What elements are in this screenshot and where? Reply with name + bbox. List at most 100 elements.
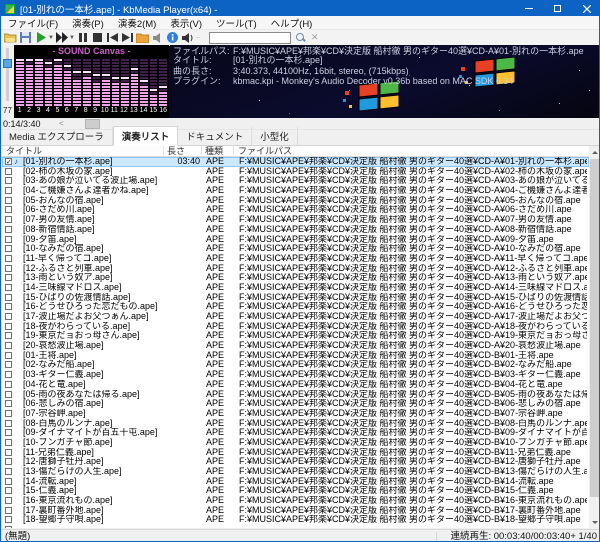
volume-menu-caret[interactable]: ·· bbox=[195, 35, 201, 41]
info-button[interactable] bbox=[165, 31, 180, 44]
row-checkbox[interactable] bbox=[5, 361, 12, 368]
row-checkbox[interactable] bbox=[5, 226, 12, 233]
row-checkbox[interactable] bbox=[5, 236, 12, 243]
playlist-row[interactable]: [16-どうせひろった恋だもの.ape]APEF:¥MUSIC¥APE¥邦楽¥C… bbox=[2, 302, 589, 312]
volume-slider-thumb[interactable] bbox=[3, 59, 12, 68]
tab-0[interactable]: Media エクスプローラ bbox=[1, 127, 113, 145]
playlist-row[interactable]: [02-なみだ船.ape]APEF:¥MUSIC¥APE¥邦楽¥CD¥決定版 船… bbox=[2, 360, 589, 370]
row-checkbox[interactable] bbox=[5, 323, 12, 330]
row-checkbox[interactable] bbox=[5, 177, 12, 184]
playlist-row[interactable]: [20-哀愁波止場.ape]APEF:¥MUSIC¥APE¥邦楽¥CD¥決定版 … bbox=[2, 341, 589, 351]
row-checkbox[interactable] bbox=[5, 507, 12, 514]
row-checkbox[interactable] bbox=[5, 458, 12, 465]
row-checkbox[interactable] bbox=[5, 206, 12, 213]
row-checkbox[interactable] bbox=[5, 420, 12, 427]
tab-1[interactable]: 演奏リスト bbox=[113, 126, 179, 146]
play-mode-button[interactable] bbox=[54, 31, 69, 44]
playlist-row[interactable]: [17-波止場だよお父つぁん.ape]APEF:¥MUSIC¥APE¥邦楽¥CD… bbox=[2, 312, 589, 322]
vertical-scrollbar[interactable] bbox=[589, 146, 600, 528]
column-type[interactable]: 種類 bbox=[205, 146, 223, 157]
playlist-row[interactable]: [14-三味線マドロス.ape]APEF:¥MUSIC¥APE¥邦楽¥CD¥決定… bbox=[2, 283, 589, 293]
playlist-row[interactable]: [08-白馬のルンナ.ape]APEF:¥MUSIC¥APE¥邦楽¥CD¥決定版… bbox=[2, 419, 589, 429]
scroll-down-arrow[interactable] bbox=[589, 516, 600, 528]
row-checkbox[interactable] bbox=[5, 255, 12, 262]
row-checkbox[interactable] bbox=[5, 400, 12, 407]
search-icon[interactable] bbox=[295, 32, 307, 44]
volume-button[interactable] bbox=[180, 31, 195, 44]
scrollbar-thumb[interactable] bbox=[590, 159, 600, 497]
row-checkbox[interactable] bbox=[5, 487, 12, 494]
previous-button[interactable] bbox=[105, 31, 120, 44]
playlist-row[interactable]: ♪[01-別れの一本杉.ape]03:40APEF:¥MUSIC¥APE¥邦楽¥… bbox=[2, 157, 589, 167]
menu-item-4[interactable]: ツール(T) bbox=[209, 16, 264, 30]
row-checkbox[interactable] bbox=[5, 449, 12, 456]
spectrum-analyzer[interactable]: - SOUND Canvas - 12345678910111213141516 bbox=[14, 45, 169, 118]
open-button[interactable] bbox=[3, 31, 18, 44]
minimize-button[interactable] bbox=[514, 1, 543, 16]
playlist-row[interactable]: [07-男の友情.ape]APEF:¥MUSIC¥APE¥邦楽¥CD¥決定版 船… bbox=[2, 215, 589, 225]
pause-button[interactable] bbox=[75, 31, 90, 44]
maximize-button[interactable] bbox=[543, 1, 572, 16]
playlist-row[interactable]: [06-さだめ川.ape]APEF:¥MUSIC¥APE¥邦楽¥CD¥決定版 船… bbox=[2, 205, 589, 215]
row-checkbox[interactable] bbox=[5, 468, 12, 475]
row-checkbox[interactable] bbox=[5, 303, 12, 310]
playlist-row[interactable]: [15-仁義.ape]APEF:¥MUSIC¥APE¥邦楽¥CD¥決定版 船村徹… bbox=[2, 486, 589, 496]
playlist-row[interactable]: [14-流転.ape]APEF:¥MUSIC¥APE¥邦楽¥CD¥決定版 船村徹… bbox=[2, 477, 589, 487]
playlist-row[interactable]: [11-早く帰ってコ.ape]APEF:¥MUSIC¥APE¥邦楽¥CD¥決定版… bbox=[2, 254, 589, 264]
tab-2[interactable]: ドキュメント bbox=[178, 127, 252, 145]
row-checkbox[interactable] bbox=[5, 381, 12, 388]
folder-button[interactable] bbox=[135, 31, 150, 44]
row-checkbox[interactable] bbox=[5, 265, 12, 272]
tab-3[interactable]: 小型化 bbox=[252, 127, 298, 145]
row-checkbox[interactable] bbox=[5, 313, 12, 320]
menu-item-5[interactable]: ヘルプ(H) bbox=[264, 16, 320, 30]
row-checkbox[interactable] bbox=[5, 197, 12, 204]
playlist-row[interactable]: [16-東京流れもの.ape]APEF:¥MUSIC¥APE¥邦楽¥CD¥決定版… bbox=[2, 496, 589, 506]
volume-slider-track[interactable] bbox=[6, 48, 9, 101]
playlist-row[interactable]: [03-ギター仁義.ape]APEF:¥MUSIC¥APE¥邦楽¥CD¥決定版 … bbox=[2, 370, 589, 380]
row-checkbox[interactable] bbox=[5, 284, 12, 291]
title-bar[interactable]: [01-別れの一本杉.ape] - KbMedia Player(x64) - bbox=[1, 1, 600, 16]
playlist-row[interactable]: [15-ひばりの佐渡情話.ape]APEF:¥MUSIC¥APE¥邦楽¥CD¥決… bbox=[2, 293, 589, 303]
playlist-row[interactable]: [12-ふるさと列車.ape]APEF:¥MUSIC¥APE¥邦楽¥CD¥決定版… bbox=[2, 264, 589, 274]
row-checkbox[interactable] bbox=[5, 274, 12, 281]
row-checkbox[interactable] bbox=[5, 342, 12, 349]
row-checkbox[interactable] bbox=[5, 516, 12, 523]
playlist-row[interactable]: [06-悲しみの宿.ape]APEF:¥MUSIC¥APE¥邦楽¥CD¥決定版 … bbox=[2, 399, 589, 409]
playlist-row-partial[interactable] bbox=[2, 525, 589, 528]
search-input[interactable] bbox=[209, 32, 291, 44]
row-checkbox[interactable] bbox=[5, 439, 12, 446]
menu-item-3[interactable]: 表示(V) bbox=[163, 16, 209, 30]
stop-button[interactable] bbox=[90, 31, 105, 44]
column-filepath[interactable]: ファイルパス bbox=[238, 146, 292, 157]
volume-slider[interactable]: 77 bbox=[1, 45, 14, 118]
menu-item-2[interactable]: 演奏2(M) bbox=[111, 16, 164, 30]
column-title[interactable]: タイトル bbox=[6, 146, 42, 157]
playlist-row[interactable]: [04-ご機嫌さんよ達者かね.ape]APEF:¥MUSIC¥APE¥邦楽¥CD… bbox=[2, 186, 589, 196]
row-checkbox[interactable] bbox=[5, 497, 12, 504]
speaker-button[interactable] bbox=[150, 31, 165, 44]
menu-item-0[interactable]: ファイル(F) bbox=[1, 16, 65, 30]
row-checkbox[interactable] bbox=[5, 391, 12, 398]
playlist-row[interactable]: [08-新宿情話.ape]APEF:¥MUSIC¥APE¥邦楽¥CD¥決定版 船… bbox=[2, 225, 589, 235]
playlist-row[interactable]: [03-あの娘が泣いてる波止場.ape]APEF:¥MUSIC¥APE¥邦楽¥C… bbox=[2, 176, 589, 186]
row-checkbox[interactable] bbox=[5, 216, 12, 223]
row-checkbox[interactable] bbox=[5, 187, 12, 194]
playlist-row[interactable]: [07-宗谷岬.ape]APEF:¥MUSIC¥APE¥邦楽¥CD¥決定版 船村… bbox=[2, 409, 589, 419]
playlist-row[interactable]: [05-雨の夜あなたは帰る.ape]APEF:¥MUSIC¥APE¥邦楽¥CD¥… bbox=[2, 390, 589, 400]
row-checkbox[interactable] bbox=[5, 352, 12, 359]
playlist-row[interactable]: [12-唐獅子牡丹.ape]APEF:¥MUSIC¥APE¥邦楽¥CD¥決定版 … bbox=[2, 457, 589, 467]
row-checkbox[interactable] bbox=[5, 245, 12, 252]
playlist-row[interactable]: [04-花と竜.ape]APEF:¥MUSIC¥APE¥邦楽¥CD¥決定版 船村… bbox=[2, 380, 589, 390]
playlist-row[interactable]: [11-兄弟仁義.ape]APEF:¥MUSIC¥APE¥邦楽¥CD¥決定版 船… bbox=[2, 448, 589, 458]
row-checkbox[interactable] bbox=[5, 168, 12, 175]
row-checkbox[interactable] bbox=[5, 526, 12, 528]
row-checkbox[interactable] bbox=[5, 332, 12, 339]
playlist-row[interactable]: [10-ブンガチャ節.ape]APEF:¥MUSIC¥APE¥邦楽¥CD¥決定版… bbox=[2, 438, 589, 448]
next-button[interactable] bbox=[120, 31, 135, 44]
playlist-row[interactable]: [13-傷だらけの人生.ape]APEF:¥MUSIC¥APE¥邦楽¥CD¥決定… bbox=[2, 467, 589, 477]
menu-item-1[interactable]: 演奏(P) bbox=[65, 16, 111, 30]
playlist-row[interactable]: [05-おんなの宿.ape]APEF:¥MUSIC¥APE¥邦楽¥CD¥決定版 … bbox=[2, 196, 589, 206]
playlist-row[interactable]: [10-なみだの宿.ape]APEF:¥MUSIC¥APE¥邦楽¥CD¥決定版 … bbox=[2, 244, 589, 254]
close-button[interactable] bbox=[572, 1, 600, 16]
